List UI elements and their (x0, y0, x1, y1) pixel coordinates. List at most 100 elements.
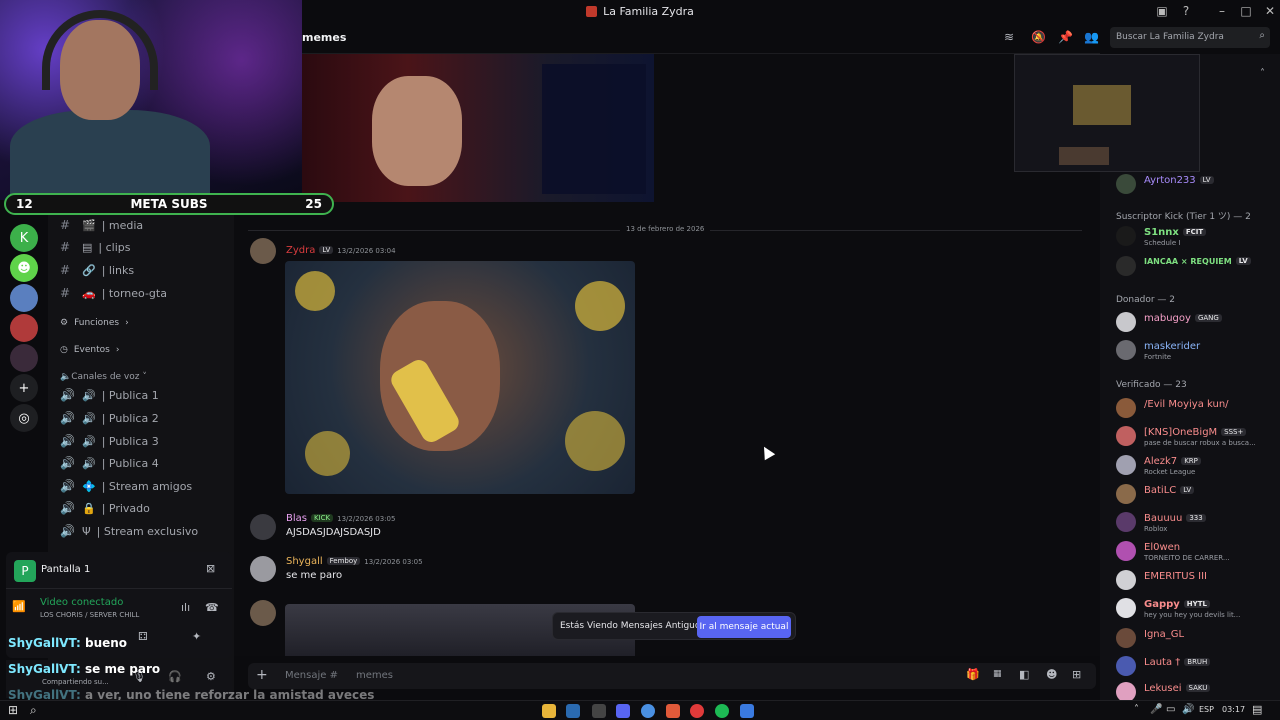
channel-media[interactable]: # 🎬 | media (48, 215, 234, 235)
search-icon[interactable]: ⌕ (30, 703, 37, 718)
app-icon[interactable] (740, 704, 754, 718)
activities-icon[interactable]: ⚃ (138, 630, 148, 643)
add-server-icon[interactable]: + (10, 374, 38, 402)
author-name[interactable]: Shygall (286, 556, 323, 567)
clock[interactable]: 03:17 (1222, 705, 1245, 714)
inbox-icon[interactable]: ▣ (1150, 0, 1174, 22)
avatar[interactable] (250, 556, 276, 582)
member-item[interactable]: EMERITUS III (1116, 570, 1278, 594)
app-icon[interactable] (592, 704, 606, 718)
help-icon[interactable]: ? (1174, 0, 1198, 22)
eventos-item[interactable]: ◷ Eventos › (48, 340, 234, 360)
author-name[interactable]: Blas (286, 513, 307, 524)
chevron-up-icon[interactable]: ˄ (1260, 68, 1265, 79)
avatar[interactable] (250, 600, 276, 626)
member-item[interactable]: Lauta † BRUH (1116, 656, 1278, 680)
member-item[interactable]: Igna_GL (1116, 628, 1278, 652)
windows-start-icon[interactable]: ⊞ (8, 703, 18, 717)
voice-channel-stream-exclusivo[interactable]: 🔊 Ψ | Stream exclusivo (48, 521, 234, 541)
server-icon-active[interactable] (10, 314, 38, 342)
gif-icon[interactable]: ▦ (993, 669, 1002, 679)
chrome-icon[interactable] (641, 704, 655, 718)
member-item[interactable]: /Evil Moyiya kun/ (1116, 398, 1278, 422)
minimize-button[interactable]: – (1210, 0, 1234, 22)
maximize-button[interactable]: □ (1234, 0, 1258, 22)
server-icon-frog[interactable]: ☻ (10, 254, 38, 282)
avatar[interactable] (250, 238, 276, 264)
member-item[interactable]: IANCAA × REQUIEM LV (1116, 256, 1278, 280)
message-author[interactable]: Blas KICK 13/2/2026 03:05 (286, 513, 395, 524)
threads-icon[interactable]: ≋ (1004, 30, 1014, 44)
member-item[interactable]: S1nnx FCIT Schedule I (1116, 226, 1278, 250)
member-item[interactable]: Gappy HYTL hey you hey you devils lit... (1116, 598, 1278, 622)
notifications-icon[interactable]: ▤ (1252, 703, 1262, 716)
gift-icon[interactable]: 🎁 (966, 668, 980, 681)
avatar[interactable] (250, 514, 276, 540)
wifi-icon[interactable]: ▭ (1166, 704, 1175, 715)
message-author[interactable]: Zydra LV 13/2/2026 03:04 (286, 245, 396, 256)
explore-icon[interactable]: ◎ (10, 404, 38, 432)
message-author[interactable]: Shygall Femboy 13/2/2026 03:05 (286, 556, 423, 567)
mic-icon[interactable]: 🎤 (1150, 704, 1162, 715)
members-toggle-icon[interactable]: 👥 (1084, 30, 1099, 44)
steam-icon[interactable] (566, 704, 580, 718)
member-avatar (1116, 398, 1136, 418)
voice-channel-privado[interactable]: 🔊 🔒 | Privado (48, 498, 234, 518)
author-name[interactable]: Zydra (286, 245, 315, 256)
emoji-icon[interactable]: ☻ (1046, 668, 1057, 681)
voice-channel-publica-2[interactable]: 🔊 🔊 | Publica 2 (48, 408, 234, 428)
voice-status[interactable]: Video conectado (40, 597, 123, 608)
voice-channel-publica-1[interactable]: 🔊 🔊 | Publica 1 (48, 385, 234, 405)
sticker-icon[interactable]: ◧ (1019, 668, 1029, 681)
image-attachment[interactable] (285, 261, 635, 494)
search-box[interactable]: Buscar La Familia Zydra ⌕ (1110, 27, 1270, 48)
message-text: se me paro (286, 570, 343, 581)
headphones-icon[interactable]: 🎧 (168, 670, 182, 683)
chevron-up-icon[interactable]: ˄ (1134, 704, 1139, 715)
server-icon[interactable] (10, 344, 38, 372)
voice-category[interactable]: 🔈Canales de voz ˅ (60, 372, 147, 382)
noise-suppression-icon[interactable]: ılı (181, 601, 190, 614)
discord-icon[interactable] (616, 704, 630, 718)
close-panel-icon[interactable]: ⊠ (206, 562, 215, 575)
youtube-icon[interactable] (690, 704, 704, 718)
voice-channel-publica-3[interactable]: 🔊 🔊 | Publica 3 (48, 431, 234, 451)
pin-icon[interactable]: 📌 (1058, 30, 1073, 44)
composer-placeholder[interactable]: Mensaje # (285, 670, 338, 681)
mute-bell-icon[interactable]: 🔕 (1031, 30, 1046, 44)
member-item[interactable]: Alezk7 KRP Rocket League (1116, 455, 1278, 479)
member-item[interactable]: [KNS]OneBigM SSS+ pase de buscar robux a … (1116, 426, 1278, 450)
language-indicator[interactable]: ESP (1199, 705, 1214, 714)
soundboard-icon[interactable]: ✦ (192, 630, 201, 643)
message-composer[interactable]: + Mensaje # memes 🎁 ▦ ◧ ☻ ⊞ (248, 663, 1096, 689)
disconnect-icon[interactable]: ☎ (205, 601, 219, 614)
channel-clips[interactable]: # ▤ | clips (48, 237, 234, 257)
spotify-icon[interactable] (715, 704, 729, 718)
message-list[interactable]: 13 de febrero de 2026 Zydra LV 13/2/2026 0… (234, 54, 1100, 656)
volume-icon[interactable]: 🔊 (1182, 704, 1194, 715)
channel-torneo-gta[interactable]: # 🚗 | torneo-gta (48, 283, 234, 303)
brave-icon[interactable] (666, 704, 680, 718)
member-item[interactable]: maskerider Fortnite (1116, 340, 1278, 364)
previous-image-attachment[interactable] (302, 54, 654, 202)
member-item[interactable]: Ayrton233 LV (1116, 174, 1278, 198)
server-icon[interactable] (10, 284, 38, 312)
member-item[interactable]: Bauuuu 333 Roblox (1116, 512, 1278, 536)
voice-channel-stream-amigos[interactable]: 🔊 💠 | Stream amigos (48, 476, 234, 496)
close-button[interactable]: ✕ (1258, 0, 1280, 22)
apps-icon[interactable]: ⊞ (1072, 668, 1081, 681)
file-explorer-icon[interactable] (542, 704, 556, 718)
channel-links[interactable]: # 🔗 | links (48, 260, 234, 280)
add-attachment-icon[interactable]: + (256, 667, 268, 683)
search-input[interactable]: Buscar La Familia Zydra (1116, 32, 1224, 42)
member-item[interactable]: El0wen TORNEITO DE CARRER... (1116, 541, 1278, 565)
jump-to-present-button[interactable]: Ir al mensaje actual (697, 616, 791, 638)
gear-icon[interactable]: ⚙ (206, 670, 216, 683)
member-item[interactable]: BatiLC LV (1116, 484, 1278, 508)
funciones-item[interactable]: ⚙ Funciones › (48, 313, 234, 333)
server-icon-kick[interactable]: K (10, 224, 38, 252)
voice-channel-publica-4[interactable]: 🔊 🔊 | Publica 4 (48, 453, 234, 473)
camera-icon: 🎬 (82, 218, 96, 232)
stream-preview[interactable] (1014, 54, 1200, 172)
member-item[interactable]: mabugoy GANG (1116, 312, 1278, 336)
